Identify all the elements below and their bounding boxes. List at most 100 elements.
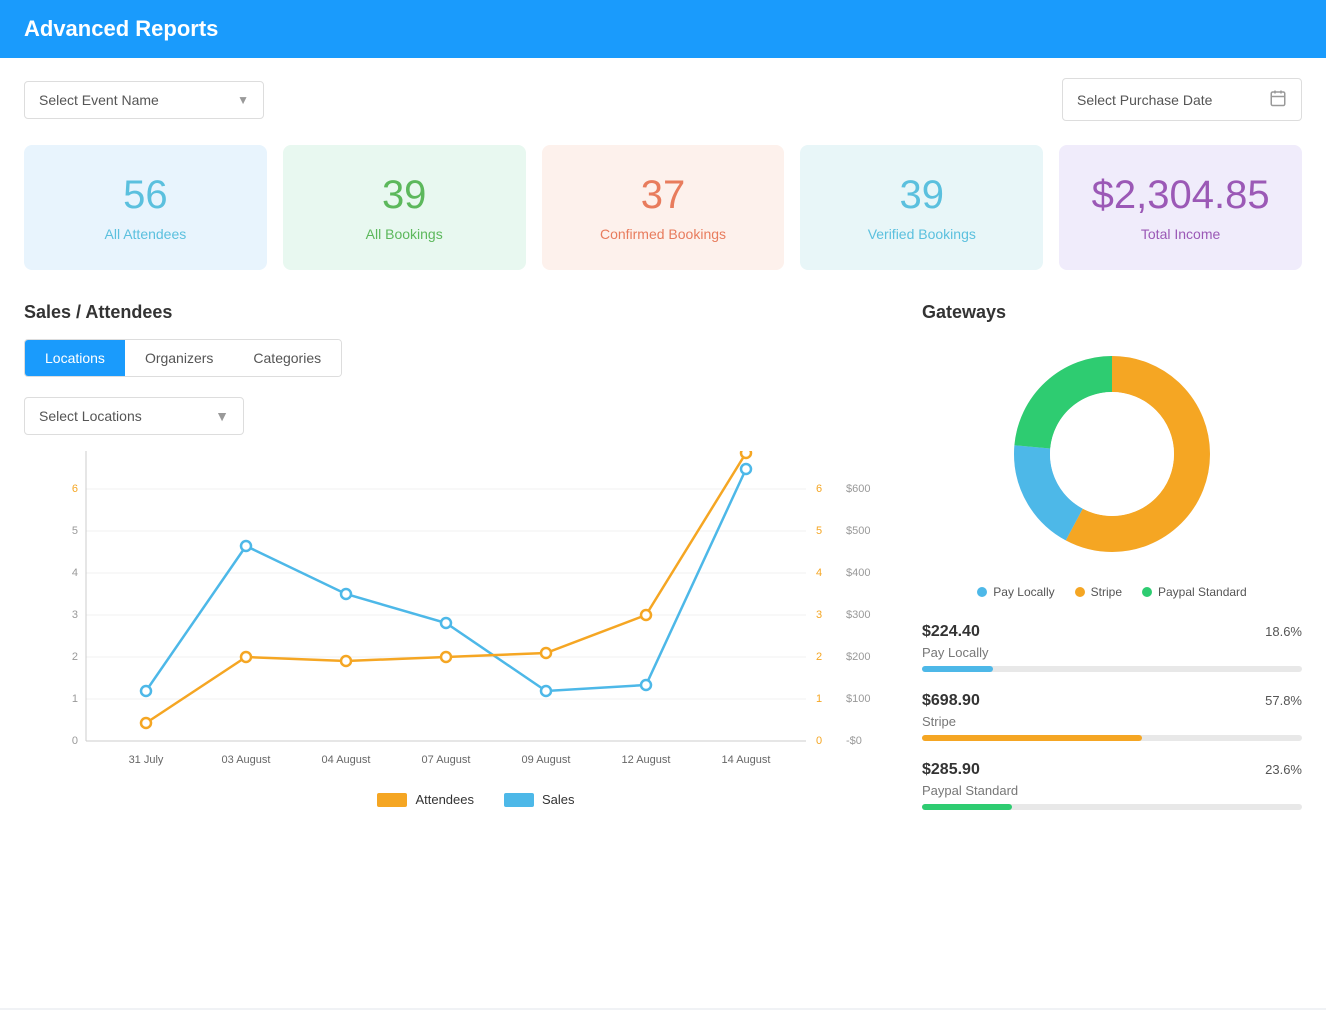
attendees-legend-dot	[377, 793, 407, 807]
svg-text:1: 1	[816, 693, 822, 705]
gateway-dot-stripe	[1075, 587, 1085, 597]
tab-organizers[interactable]: Organizers	[125, 340, 233, 376]
purchase-date-dropdown[interactable]: Select Purchase Date	[1062, 78, 1302, 121]
locations-placeholder: Select Locations	[39, 408, 142, 424]
svg-text:04 August: 04 August	[322, 754, 371, 766]
svg-text:31 July: 31 July	[129, 754, 164, 766]
stat-card-verified-bookings: 39 Verified Bookings	[800, 145, 1043, 270]
gateway-stats: $224.40 18.6% Pay Locally $698.90 57.8% …	[922, 623, 1302, 810]
progress-bar-fill-pay-locally	[922, 666, 993, 672]
attendees-legend-label: Attendees	[415, 792, 474, 807]
stat-label-all-attendees: All Attendees	[44, 226, 247, 242]
svg-text:5: 5	[72, 525, 78, 537]
stat-number-all-bookings: 39	[303, 173, 506, 218]
progress-bar-fill-paypal	[922, 804, 1012, 810]
gateway-amount-paypal: $285.90	[922, 761, 980, 779]
sales-attendees-title: Sales / Attendees	[24, 302, 898, 323]
svg-text:6: 6	[72, 483, 78, 495]
tabs-container: LocationsOrganizersCategories	[24, 339, 342, 377]
donut-chart	[997, 339, 1227, 569]
gateway-name-paypal: Paypal Standard	[922, 783, 1302, 798]
left-panel: Sales / Attendees LocationsOrganizersCat…	[24, 302, 898, 830]
gateway-stat-pay-locally: $224.40 18.6% Pay Locally	[922, 623, 1302, 672]
svg-text:5: 5	[816, 525, 822, 537]
gateway-dot-paypal	[1142, 587, 1152, 597]
main-content: Select Event Name ▼ Select Purchase Date…	[0, 58, 1326, 1008]
svg-text:$600: $600	[846, 483, 870, 495]
svg-text:6: 6	[816, 483, 822, 495]
svg-text:0: 0	[816, 735, 822, 747]
svg-text:$400: $400	[846, 567, 870, 579]
locations-chevron-icon: ▼	[215, 408, 229, 424]
tab-categories[interactable]: Categories	[233, 340, 341, 376]
svg-text:2: 2	[816, 651, 822, 663]
gateway-legend-stripe: Stripe	[1075, 585, 1122, 599]
filter-row: Select Event Name ▼ Select Purchase Date	[24, 78, 1302, 121]
progress-bar-fill-stripe	[922, 735, 1142, 741]
gateway-amount-pay-locally: $224.40	[922, 623, 980, 641]
stats-row: 56 All Attendees 39 All Bookings 37 Conf…	[24, 145, 1302, 270]
gateway-legend-pay-locally: Pay Locally	[977, 585, 1054, 599]
gateway-name-pay-locally: Pay Locally	[922, 645, 1302, 660]
gateway-amount-stripe: $698.90	[922, 692, 980, 710]
stat-number-confirmed-bookings: 37	[562, 173, 765, 218]
svg-text:09 August: 09 August	[522, 754, 571, 766]
svg-text:3: 3	[72, 609, 78, 621]
gateways-title: Gateways	[922, 302, 1302, 323]
donut-chart-wrapper	[922, 339, 1302, 569]
gateway-legend-label-stripe: Stripe	[1091, 585, 1122, 599]
bottom-section: Sales / Attendees LocationsOrganizersCat…	[24, 302, 1302, 830]
event-name-placeholder: Select Event Name	[39, 92, 159, 108]
legend-attendees: Attendees	[377, 792, 474, 807]
locations-dropdown[interactable]: Select Locations ▼	[24, 397, 244, 435]
stat-label-all-bookings: All Bookings	[303, 226, 506, 242]
chart-legend: Attendees Sales	[54, 792, 898, 807]
svg-text:4: 4	[816, 567, 822, 579]
gateway-stat-header-pay-locally: $224.40 18.6%	[922, 623, 1302, 641]
tab-locations[interactable]: Locations	[25, 340, 125, 376]
chart-wrapper: 0 1 2 3 4 5 6 0 1 2 3 4 5 6 -$0	[54, 451, 898, 807]
stat-number-total-income: $2,304.85	[1079, 173, 1282, 218]
stat-number-verified-bookings: 39	[820, 173, 1023, 218]
gateway-legend-label-paypal: Paypal Standard	[1158, 585, 1247, 599]
stat-label-confirmed-bookings: Confirmed Bookings	[562, 226, 765, 242]
event-name-chevron-icon: ▼	[237, 93, 249, 107]
gateway-name-stripe: Stripe	[922, 714, 1302, 729]
svg-text:14 August: 14 August	[722, 754, 771, 766]
stat-card-total-income: $2,304.85 Total Income	[1059, 145, 1302, 270]
svg-text:12 August: 12 August	[622, 754, 671, 766]
stat-label-verified-bookings: Verified Bookings	[820, 226, 1023, 242]
svg-text:$100: $100	[846, 693, 870, 705]
stat-label-total-income: Total Income	[1079, 226, 1282, 242]
gateway-legend: Pay Locally Stripe Paypal Standard	[922, 585, 1302, 599]
gateway-pct-pay-locally: 18.6%	[1265, 624, 1302, 639]
gateway-dot-pay-locally	[977, 587, 987, 597]
gateway-stat-header-paypal: $285.90 23.6%	[922, 761, 1302, 779]
page-header: Advanced Reports	[0, 0, 1326, 58]
stat-card-all-bookings: 39 All Bookings	[283, 145, 526, 270]
gateway-legend-label-pay-locally: Pay Locally	[993, 585, 1054, 599]
stat-card-all-attendees: 56 All Attendees	[24, 145, 267, 270]
calendar-icon	[1269, 89, 1287, 110]
stat-number-all-attendees: 56	[44, 173, 247, 218]
svg-text:1: 1	[72, 693, 78, 705]
sales-legend-label: Sales	[542, 792, 575, 807]
progress-bar-bg-pay-locally	[922, 666, 1302, 672]
svg-text:$200: $200	[846, 651, 870, 663]
svg-text:3: 3	[816, 609, 822, 621]
svg-text:$500: $500	[846, 525, 870, 537]
svg-text:03 August: 03 August	[222, 754, 271, 766]
svg-text:07 August: 07 August	[422, 754, 471, 766]
svg-text:0: 0	[72, 735, 78, 747]
gateway-pct-stripe: 57.8%	[1265, 693, 1302, 708]
gateway-pct-paypal: 23.6%	[1265, 762, 1302, 777]
progress-bar-bg-paypal	[922, 804, 1302, 810]
event-name-dropdown[interactable]: Select Event Name ▼	[24, 81, 264, 119]
stat-card-confirmed-bookings: 37 Confirmed Bookings	[542, 145, 785, 270]
purchase-date-placeholder: Select Purchase Date	[1077, 92, 1212, 108]
gateway-stat-paypal: $285.90 23.6% Paypal Standard	[922, 761, 1302, 810]
sales-legend-dot	[504, 793, 534, 807]
gateway-legend-paypal: Paypal Standard	[1142, 585, 1247, 599]
svg-text:4: 4	[72, 567, 78, 579]
chart-svg: 0 1 2 3 4 5 6 0 1 2 3 4 5 6 -$0	[54, 451, 898, 771]
